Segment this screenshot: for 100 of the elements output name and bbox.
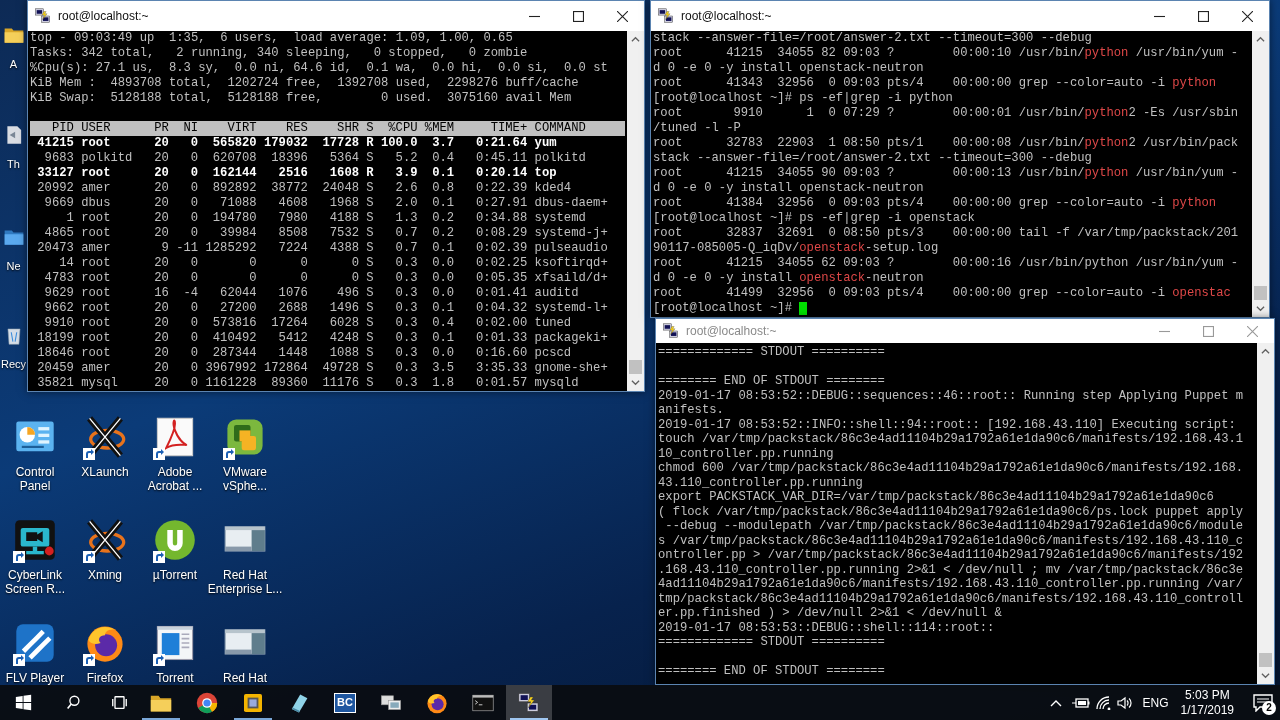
table-cell-text: S bbox=[365, 181, 374, 196]
table-cell-text: 0.1 bbox=[431, 331, 455, 346]
table-cell-text: 0 bbox=[248, 256, 257, 271]
terminal-line: er.pp.finished ) > /dev/null 2>&1 < /dev/null & bbox=[658, 606, 1003, 621]
table-cell-text: 20 bbox=[153, 211, 169, 226]
table-cell-text: 0 bbox=[189, 331, 199, 346]
scroll-thumb[interactable] bbox=[629, 360, 642, 374]
table-cell-text: root bbox=[80, 211, 112, 226]
terminal-line: 2019-01-17 08:53:53::DEBUG::shell::114::root:: bbox=[658, 620, 996, 635]
table-cell-text: 16 bbox=[153, 286, 169, 301]
table-cell-text: 14 bbox=[58, 256, 74, 271]
terminal-line: 43.110_controller.pp.running bbox=[658, 475, 864, 490]
icon-label: Th bbox=[7, 158, 20, 171]
window-title: root@localhost:~ bbox=[686, 323, 777, 340]
scroll-thumb[interactable] bbox=[1254, 286, 1267, 300]
table-cell-text: 17728 bbox=[321, 136, 360, 151]
table-cell-text: 0.3 bbox=[394, 331, 418, 346]
table-cell-text: 0.3 bbox=[394, 376, 418, 391]
table-cell-text: 71088 bbox=[219, 196, 257, 211]
table-cell-text: 20 bbox=[153, 226, 169, 241]
terminal-line: d 0 -e 0 -y install openstack-neutron bbox=[653, 61, 924, 76]
table-cell-text: 0 bbox=[189, 166, 199, 181]
table-cell-text: 0:02.25 bbox=[475, 256, 528, 271]
table-cell-text: 0:27.91 bbox=[475, 196, 528, 211]
table-cell-text: 8508 bbox=[277, 226, 308, 241]
shortcut-arrow-icon bbox=[13, 551, 25, 563]
scrollbar[interactable] bbox=[1252, 31, 1269, 317]
column-header: S bbox=[365, 121, 374, 136]
table-cell-text: 0:22.39 bbox=[475, 181, 528, 196]
terminal-line: ( flock /var/tmp/packstack/86c3e4ad11104b29a1792a61e1da90c6/ps.lock puppet apply bbox=[658, 504, 1245, 519]
table-cell-text: 9669 bbox=[43, 196, 74, 211]
table-cell-text: 0.7 bbox=[394, 226, 418, 241]
table-cell-text: 0.4 bbox=[431, 151, 455, 166]
table-cell-text: 20 bbox=[153, 196, 169, 211]
battery-icon[interactable] bbox=[1071, 695, 1090, 710]
table-cell-text: 0.3 bbox=[394, 271, 418, 286]
icon-label: Red Hat Enterprise L... bbox=[207, 568, 283, 596]
table-cell-text: 0.1 bbox=[431, 241, 455, 256]
table-cell-text: 0.8 bbox=[431, 181, 455, 196]
table-cell-text: 2516 bbox=[277, 166, 308, 181]
table-cell-text: 20 bbox=[153, 256, 169, 271]
table-cell-text: kded4 bbox=[533, 181, 573, 196]
window-title: root@localhost:~ bbox=[681, 8, 772, 25]
terminal-line: 90117-085005-Q_iqDv/openstack-setup.log bbox=[653, 241, 939, 256]
table-cell-text: S bbox=[365, 226, 374, 241]
table-cell-text: 6028 bbox=[328, 316, 360, 331]
table-cell-text: 0:01.33 bbox=[475, 331, 528, 346]
table-cell-text: amer bbox=[80, 361, 112, 376]
notification-button[interactable]: 2 bbox=[1246, 685, 1280, 720]
terminal-line: ============= STDOUT ========== bbox=[658, 635, 886, 650]
icon-label: Control Panel bbox=[15, 465, 55, 493]
table-cell-text: 2688 bbox=[277, 301, 308, 316]
running-indicator bbox=[234, 718, 272, 720]
table-cell-text: 0 bbox=[299, 271, 308, 286]
table-cell-text: 20 bbox=[153, 166, 169, 181]
table-cell-text: 0.1 bbox=[431, 166, 455, 181]
table-cell-text: S bbox=[365, 271, 374, 286]
table-cell-text: 27200 bbox=[219, 301, 257, 316]
terminal-line: root 41499 32956 0 09:03 pts/4 00:00:00 grep --color=auto -i openstac bbox=[653, 286, 1231, 301]
table-cell-text: 20 bbox=[153, 376, 169, 391]
table-cell-text: 0.2 bbox=[431, 211, 455, 226]
terminal-line: ontroller.pp > /var/tmp/packstack/86c3e4ad11104b29a1792a61e1da90c6/manifests/192 bbox=[658, 548, 1245, 563]
maximize-icon bbox=[1202, 325, 1214, 337]
scroll-thumb[interactable] bbox=[1259, 653, 1272, 667]
icon-label: Ne bbox=[6, 260, 21, 273]
speaker-icon[interactable] bbox=[1116, 695, 1133, 710]
table-cell-text: 0 bbox=[350, 271, 360, 286]
table-cell-text: 0 bbox=[189, 151, 199, 166]
column-header: VIRT bbox=[226, 121, 257, 136]
table-cell-text: 1.3 bbox=[394, 211, 418, 226]
table-cell-text: S bbox=[365, 361, 374, 376]
clock-button[interactable]: 5:03 PM 1/17/2019 bbox=[1180, 687, 1234, 718]
table-cell-text: 20473 bbox=[36, 241, 74, 256]
language-indicator[interactable]: ENG bbox=[1142, 693, 1169, 712]
table-cell-text: root bbox=[80, 256, 112, 271]
table-cell-text: 0 bbox=[299, 256, 308, 271]
close-icon bbox=[1246, 325, 1258, 337]
table-cell-text: 0 bbox=[189, 181, 199, 196]
table-cell-text: 9 bbox=[160, 241, 169, 256]
table-cell-text: 1.8 bbox=[431, 376, 455, 391]
taskbar-button[interactable]: BC bbox=[322, 685, 368, 720]
scrollbar[interactable] bbox=[627, 31, 644, 391]
table-cell-text: 0:45.11 bbox=[475, 151, 528, 166]
table-cell-text: root bbox=[80, 331, 112, 346]
table-cell-text: R bbox=[365, 136, 374, 151]
video-monitor-icon[interactable] bbox=[13, 517, 57, 563]
scrollbar[interactable] bbox=[1257, 343, 1274, 684]
table-cell-text: pcscd bbox=[533, 346, 573, 361]
table-cell-text: 20 bbox=[153, 316, 169, 331]
table-cell-text: 39984 bbox=[219, 226, 257, 241]
table-cell-text: 4865 bbox=[43, 226, 74, 241]
terminal-line: root 32783 22903 1 08:50 pts/1 00:00:08 /usr/bin/python2 /usr/bin/pack bbox=[653, 136, 1239, 151]
wifi-icon[interactable] bbox=[1095, 695, 1112, 710]
table-cell-text: 0 bbox=[189, 226, 199, 241]
terminal-line: tmp/packstack/86c3e4ad11104b29a1792a61e1da90c6/manifests/192.168.43.110_controll bbox=[658, 591, 1245, 606]
u-logo-icon[interactable] bbox=[153, 517, 197, 563]
terminal-line: KiB Swap: 5128188 total, 5128188 free, 0 used. 3075160 avail Mem bbox=[30, 91, 573, 106]
table-cell-text: 0.3 bbox=[394, 286, 418, 301]
taskbar-button[interactable] bbox=[506, 685, 552, 720]
table-cell-text: 0 bbox=[350, 256, 360, 271]
